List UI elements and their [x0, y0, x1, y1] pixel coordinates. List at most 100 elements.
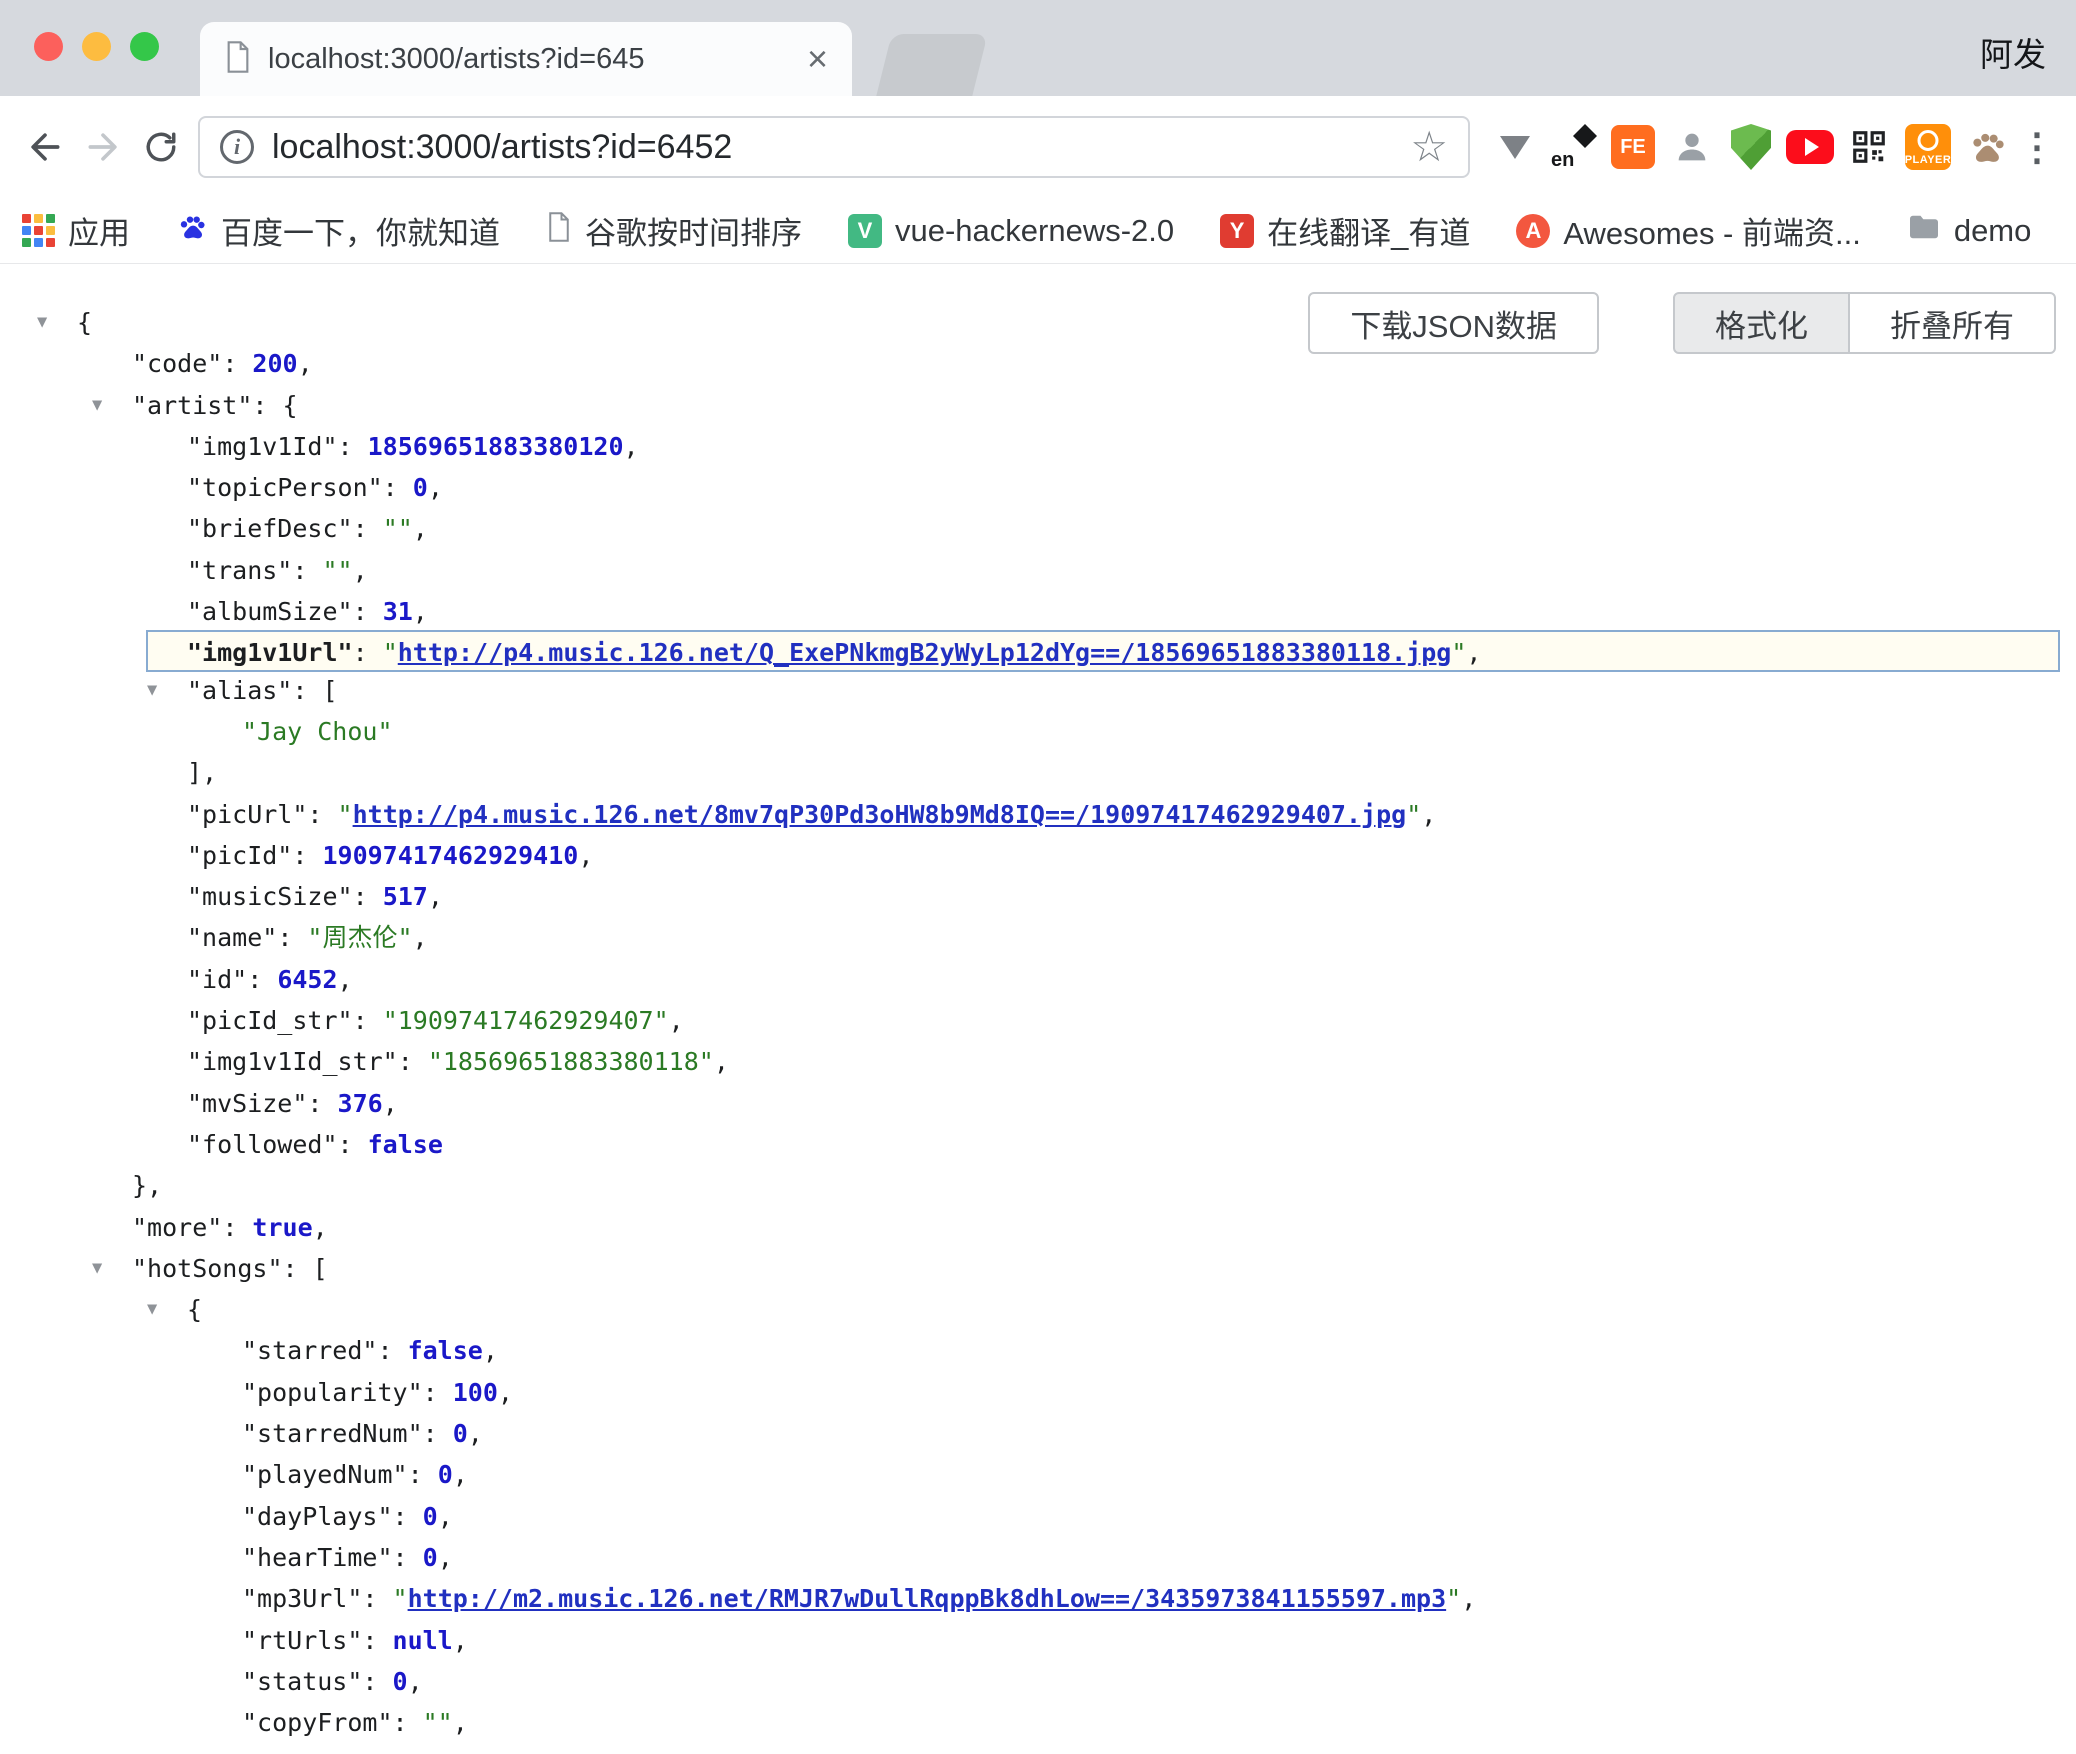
bookmark-label: Awesomes - 前端资... — [1563, 208, 1860, 253]
json-token: "artist" — [132, 391, 252, 420]
reload-button[interactable] — [132, 118, 190, 176]
json-token: : [ — [292, 676, 337, 705]
collapse-toggle-icon[interactable]: ▼ — [92, 1248, 102, 1289]
json-line-highlighted: "img1v1Url": "http://p4.music.126.net/Q_… — [146, 630, 2060, 671]
json-token: "topicPerson" — [187, 473, 383, 502]
page-favicon-icon — [224, 41, 252, 78]
json-token: , — [578, 841, 593, 870]
bookmark-vue-hackernews[interactable]: V vue-hackernews-2.0 — [848, 213, 1174, 249]
json-token: "hotSongs" — [132, 1254, 283, 1283]
page-info-icon[interactable]: i — [220, 130, 254, 164]
json-token: "followed" — [187, 1130, 338, 1159]
bookmark-label: demo — [1954, 213, 2032, 249]
json-url-link[interactable]: http://m2.music.126.net/RMJR7wDullRqppBk… — [408, 1584, 1447, 1613]
json-token: : — [393, 1708, 423, 1737]
collapse-toggle-icon[interactable]: ▼ — [92, 385, 102, 426]
json-token: 31 — [383, 597, 413, 626]
player-extension-icon[interactable]: PLAYER — [1901, 120, 1955, 174]
json-line: "Jay Chou" — [0, 711, 2076, 752]
json-token: "starred" — [242, 1336, 377, 1365]
bookmark-youdao-translate[interactable]: Y 在线翻译_有道 — [1220, 208, 1470, 253]
json-line: }, — [0, 1165, 2076, 1206]
bookmark-baidu[interactable]: 百度一下，你就知道 — [176, 208, 500, 253]
person-extension-icon[interactable] — [1665, 120, 1719, 174]
paw-extension-icon[interactable] — [1960, 120, 2014, 174]
json-token: , — [428, 882, 443, 911]
json-line: ▼"artist": { — [0, 385, 2076, 426]
json-token: " — [393, 1584, 408, 1613]
json-token: " — [1406, 800, 1421, 829]
json-line: ▼"alias": [ — [0, 670, 2076, 711]
json-token: : — [307, 800, 337, 829]
json-line: "playedNum": 0, — [0, 1454, 2076, 1495]
json-line: "starredNum": 0, — [0, 1413, 2076, 1454]
json-viewer: ▼{"code": 200,▼"artist": {"img1v1Id": 18… — [0, 264, 2076, 1743]
json-token: , — [453, 1708, 468, 1737]
json-token: : — [423, 1419, 453, 1448]
json-token: "hearTime" — [242, 1543, 393, 1572]
json-token: false — [368, 1130, 443, 1159]
minimize-window-button[interactable] — [82, 32, 111, 61]
tab-close-icon[interactable]: × — [807, 41, 828, 77]
json-token: "19097417462929407" — [383, 1006, 669, 1035]
json-token: "code" — [132, 349, 222, 378]
browser-menu-icon[interactable]: ⋮ — [2014, 125, 2060, 170]
bookmark-label: vue-hackernews-2.0 — [895, 213, 1174, 249]
bookmark-google-sort[interactable]: 谷歌按时间排序 — [546, 208, 802, 253]
json-token: "dayPlays" — [242, 1502, 393, 1531]
bookmark-folder-demo[interactable]: demo — [1907, 213, 2032, 249]
json-line: "status": 0, — [0, 1661, 2076, 1702]
forward-button[interactable] — [74, 118, 132, 176]
zoom-window-button[interactable] — [130, 32, 159, 61]
json-token: "trans" — [187, 556, 292, 585]
json-token: : — [353, 514, 383, 543]
json-token: , — [624, 432, 639, 461]
json-line: "copyFrom": "", — [0, 1702, 2076, 1743]
json-line: ], — [0, 752, 2076, 793]
bookmark-awesomes[interactable]: A Awesomes - 前端资... — [1516, 208, 1860, 253]
json-url-link[interactable]: http://p4.music.126.net/Q_ExePNkmgB2yWyL… — [398, 638, 1452, 667]
json-token: : — [393, 1502, 423, 1531]
json-token: "albumSize" — [187, 597, 353, 626]
collapse-toggle-icon[interactable]: ▼ — [147, 1289, 157, 1330]
new-tab-button[interactable] — [876, 34, 987, 96]
bookmark-star-icon[interactable]: ☆ — [1410, 126, 1448, 168]
json-token: 376 — [338, 1089, 383, 1118]
json-token: { — [77, 308, 92, 337]
bookmark-apps[interactable]: 应用 — [22, 208, 130, 253]
back-button[interactable] — [16, 118, 74, 176]
json-token: : — [222, 1213, 252, 1242]
json-token: "rtUrls" — [242, 1626, 362, 1655]
json-line: "picUrl": "http://p4.music.126.net/8mv7q… — [0, 794, 2076, 835]
json-token: , — [453, 1626, 468, 1655]
shield-extension-icon[interactable] — [1724, 120, 1778, 174]
address-bar[interactable]: i localhost:3000/artists?id=6452 ☆ — [198, 116, 1470, 178]
browser-tab[interactable]: localhost:3000/artists?id=645 × — [200, 22, 852, 96]
translate-extension-icon[interactable]: en — [1547, 120, 1601, 174]
collapse-toggle-icon[interactable]: ▼ — [37, 302, 47, 343]
json-line: "popularity": 100, — [0, 1372, 2076, 1413]
qr-extension-icon[interactable] — [1842, 120, 1896, 174]
json-token: " — [1451, 638, 1466, 667]
json-token: : — [292, 556, 322, 585]
close-window-button[interactable] — [34, 32, 63, 61]
json-token: , — [383, 1089, 398, 1118]
url-text[interactable]: localhost:3000/artists?id=6452 — [272, 128, 1396, 167]
json-token: : — [247, 965, 277, 994]
fe-extension-icon[interactable]: FE — [1606, 120, 1660, 174]
json-token: 100 — [453, 1378, 498, 1407]
json-token: "周杰伦" — [307, 923, 412, 952]
youtube-extension-icon[interactable] — [1783, 120, 1837, 174]
gray-arrow-extension-icon[interactable] — [1488, 120, 1542, 174]
json-token: : — [338, 432, 368, 461]
json-token: "picId" — [187, 841, 292, 870]
bookmark-label: 应用 — [68, 208, 130, 253]
json-token: , — [714, 1047, 729, 1076]
collapse-toggle-icon[interactable]: ▼ — [147, 670, 157, 711]
json-line: ▼{ — [0, 1289, 2076, 1330]
json-token: "picId_str" — [187, 1006, 353, 1035]
json-line: "musicSize": 517, — [0, 876, 2076, 917]
json-token: : — [393, 1543, 423, 1572]
json-token: "playedNum" — [242, 1460, 408, 1489]
json-url-link[interactable]: http://p4.music.126.net/8mv7qP30Pd3oHW8b… — [353, 800, 1407, 829]
